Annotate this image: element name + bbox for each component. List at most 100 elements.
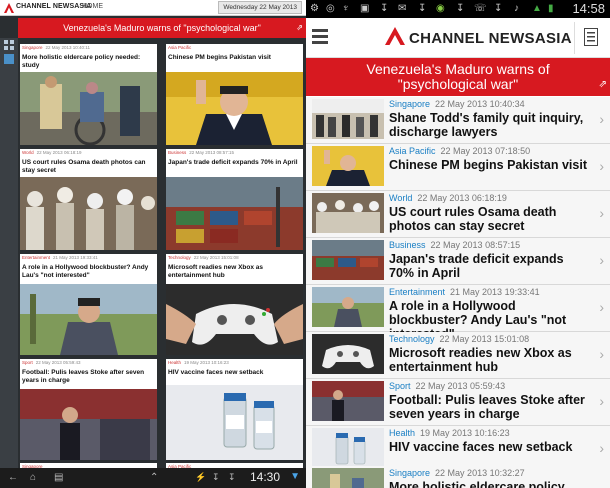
news-card[interactable]: Singapore 22 May 2013 10:40:11 More holis… <box>20 44 157 145</box>
timestamp: 22 May 2013 15:01:08 <box>193 255 239 260</box>
breaking-news-banner[interactable]: Venezuela's Maduro warns of "psychologic… <box>18 18 306 38</box>
tablet-screen: Channel NewsAsia Home Wednesday 22 May 2… <box>0 0 306 488</box>
brand-logo-text: Channel NewsAsia <box>409 30 572 47</box>
headline: Japan's trade deficit expands 70% in Apr… <box>389 252 564 280</box>
section-label: Asia Pacific <box>168 45 192 50</box>
eldercare-photo <box>20 72 157 145</box>
news-card[interactable]: Technology 22 May 2013 15:01:08 Microsoft… <box>166 254 303 355</box>
chevron-right-icon: › <box>599 393 604 409</box>
list-item[interactable]: Technology 22 May 2013 15:01:08 Microsoft… <box>306 332 610 379</box>
chevron-right-icon: › <box>599 158 604 174</box>
section-label: World <box>389 193 413 203</box>
chevron-up-icon[interactable]: ⌃ <box>150 472 158 483</box>
image-icon: ▣ <box>360 3 370 14</box>
list-item[interactable]: World 22 May 2013 06:18:19 US court rules… <box>306 191 610 238</box>
document-icon[interactable] <box>584 28 598 46</box>
mail-icon: ✉ <box>398 3 407 14</box>
notification-icon: ⚡ <box>195 472 207 482</box>
timestamp: 21 May 2013 19:33:41 <box>53 255 98 260</box>
gps-icon: ◎ <box>326 3 335 14</box>
download-icon: ↧ <box>212 472 220 482</box>
external-link-icon[interactable]: ⇗ <box>296 18 303 38</box>
vaccine-vials-photo <box>166 385 303 460</box>
timestamp: 22 May 2013 06:18:19 <box>36 150 82 155</box>
status-time: 14:58 <box>572 1 605 16</box>
download-icon: ↧ <box>380 3 389 14</box>
list-item[interactable]: Business 22 May 2013 08:57:15 Japan's tra… <box>306 238 610 285</box>
headline: Japan's trade deficit expands 70% in Apr… <box>168 159 298 166</box>
crowd-photo <box>20 177 157 250</box>
chevron-right-icon: › <box>599 346 604 362</box>
chevron-right-icon: › <box>599 252 604 268</box>
news-card[interactable]: Business 22 May 2013 08:57:15 Japan's tra… <box>166 149 303 250</box>
headline: Microsoft readies new Xbox as entertainm… <box>168 264 264 279</box>
news-thumbnail <box>312 240 384 280</box>
list-item[interactable]: Singapore 22 May 2013 10:32:27 More holis… <box>306 466 610 488</box>
system-clock: 14:30 <box>249 470 280 484</box>
section-label: Singapore <box>22 45 43 50</box>
headline: More holistic eldercare policy needed: <box>389 480 565 488</box>
news-card[interactable]: World 22 May 2013 06:18:19 US court rules… <box>20 149 157 250</box>
headline: Chinese PM begins Pakistan visit <box>168 54 271 61</box>
section-label: Singapore <box>389 468 431 478</box>
back-icon[interactable]: ← <box>8 472 18 483</box>
home-label[interactable]: Home <box>82 3 103 10</box>
brand-logo-text: Channel NewsAsia <box>16 3 92 10</box>
list-item[interactable]: Sport 22 May 2013 05:59:43 Football: Puli… <box>306 379 610 426</box>
date-display: Wednesday 22 May 2013 <box>218 1 302 14</box>
timestamp: 22 May 2013 10:32:27 <box>435 468 525 478</box>
news-thumbnail <box>312 468 384 488</box>
headline: US court rules Osama death photos can st… <box>22 159 146 174</box>
tablet-sidebar <box>0 38 18 468</box>
list-item[interactable]: Asia Pacific 22 May 2013 07:18:50 Chinese… <box>306 144 610 191</box>
phone-screen: ⚙ ◎ ♆ ▣ ↧ ✉ ↧ ◉ ↧ ☏ ↧ ♪ ▲ ▮ 14:58 Channe… <box>306 0 610 488</box>
battery-icon: ▮ <box>548 3 554 14</box>
timestamp: 22 May 2013 08:57:15 <box>189 150 235 155</box>
section-label: Asia Pacific <box>389 146 436 156</box>
news-thumbnail <box>312 193 384 233</box>
timestamp: 22 May 2013 15:01:08 <box>439 334 530 344</box>
section-label: Entertainment <box>22 255 51 260</box>
timestamp: 19 May 2013 10:16:23 <box>420 428 510 438</box>
list-item[interactable]: Singapore 22 May 2013 10:40:34 Shane Todd… <box>306 97 610 144</box>
hamburger-menu-icon[interactable] <box>312 28 328 44</box>
chevron-right-icon: › <box>599 205 604 221</box>
andy-lau-photo <box>20 284 157 355</box>
headline: More holistic eldercare policy needed: s… <box>22 54 141 69</box>
timestamp: 22 May 2013 08:57:15 <box>430 240 521 250</box>
headline: HIV vaccine faces new setback <box>389 440 573 454</box>
section-label: Business <box>389 240 426 250</box>
tablet-app-header: Channel NewsAsia Home Wednesday 22 May 2… <box>0 0 306 16</box>
headline: US court rules Osama death photos can st… <box>389 205 557 233</box>
section-label: Health <box>168 360 182 365</box>
list-item[interactable]: Entertainment 21 May 2013 19:33:41 A role… <box>306 285 610 341</box>
app-header: Channel NewsAsia <box>306 18 610 58</box>
news-thumbnail <box>312 334 384 374</box>
download-icon: ↧ <box>494 3 503 14</box>
headline: Football: Pulis leaves Stoke after seven… <box>389 393 585 421</box>
home-icon[interactable]: ⌂ <box>30 472 36 483</box>
section-label: Business <box>168 150 187 155</box>
breaking-news-banner[interactable]: Venezuela's Maduro warns of "psychologic… <box>306 58 610 96</box>
mute-icon: ♪ <box>514 3 519 14</box>
grid-view-icon[interactable] <box>4 40 14 50</box>
news-card[interactable]: Sport 22 May 2013 05:59:43 Football: Puli… <box>20 359 157 460</box>
android-nav-bar: ← ⌂ ▤ ⌃ ⚡ ↧ ↧ 14:30 ▼ <box>0 468 306 488</box>
news-thumbnail <box>312 381 384 421</box>
headline: Microsoft readies new Xbox as entertainm… <box>389 346 572 374</box>
external-link-icon[interactable]: ⇗ <box>599 77 607 92</box>
headline: HIV vaccine faces new setback <box>168 369 264 376</box>
headline: Shane Todd's family quit inquiry, discha… <box>389 111 584 139</box>
timestamp: 22 May 2013 07:18:50 <box>440 146 531 156</box>
news-card[interactable]: Entertainment 21 May 2013 19:33:41 A role… <box>20 254 157 355</box>
headline: Chinese PM begins Pakistan visit <box>389 158 587 172</box>
news-card[interactable]: Health 19 May 2013 10:16:23 HIV vaccine f… <box>166 359 303 460</box>
news-card[interactable]: Asia Pacific Chinese PM begins Pakistan … <box>166 44 303 145</box>
banner-headline: Venezuela's Maduro warns of "psychologic… <box>366 61 550 92</box>
section-label: Sport <box>389 381 411 391</box>
recent-apps-icon[interactable]: ▤ <box>54 472 63 483</box>
timestamp: 22 May 2013 10:40:34 <box>435 99 525 109</box>
list-view-icon[interactable] <box>4 54 14 64</box>
section-label: Singapore <box>389 99 431 109</box>
usb-icon: ♆ <box>342 3 350 14</box>
